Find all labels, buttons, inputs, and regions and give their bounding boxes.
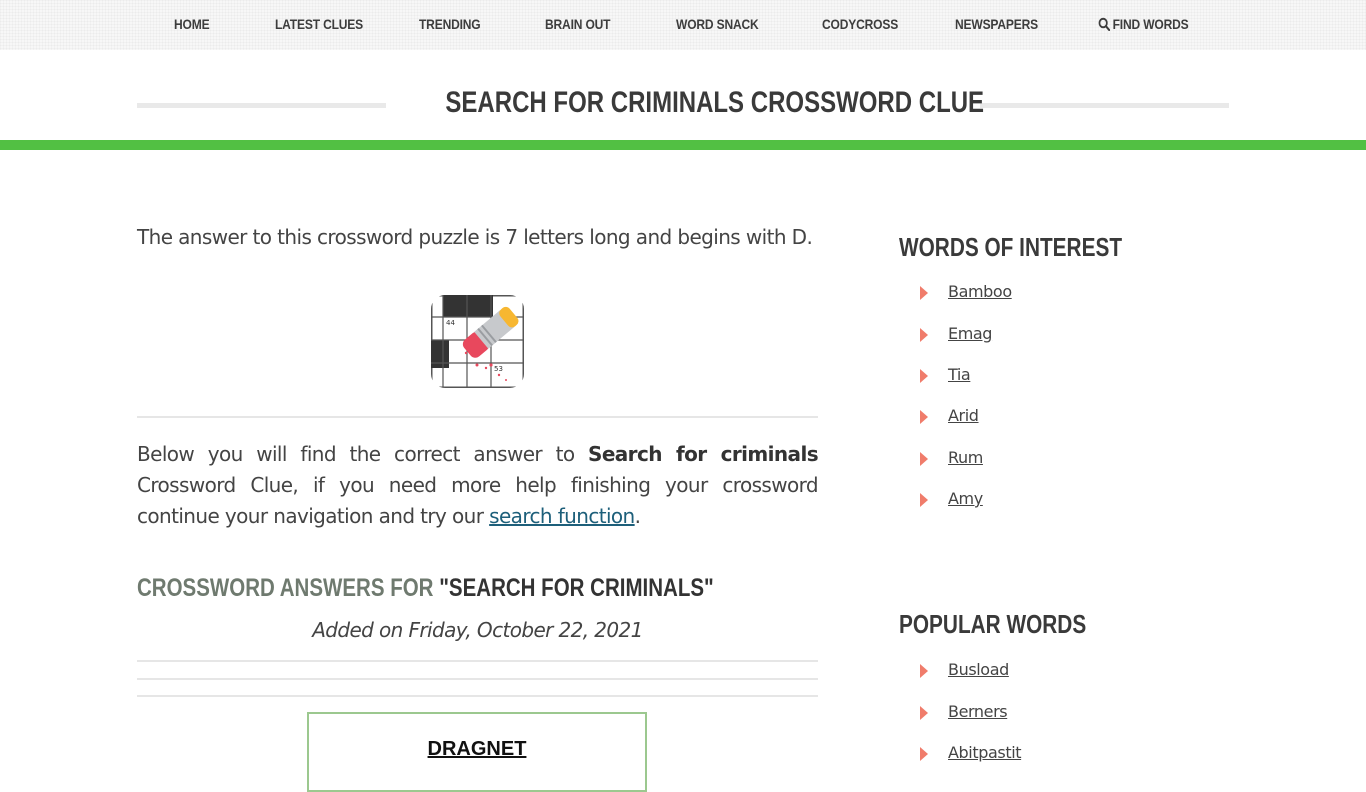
answers-heading-prefix: CROSSWORD ANSWERS FOR — [137, 574, 440, 602]
added-date: Added on Friday, October 22, 2021 — [312, 618, 643, 642]
answer-link[interactable]: DRAGNET — [309, 738, 645, 761]
top-navigation: HOME LATEST CLUES TRENDING BRAIN OUT WOR… — [0, 0, 1366, 50]
nav-find-words[interactable]: FIND WORDS — [1098, 16, 1189, 34]
title-rule-right — [980, 103, 1229, 108]
triangle-bullet-icon — [920, 452, 928, 466]
popular-words-heading: POPULAR WORDS — [899, 609, 1087, 639]
word-link[interactable]: Bamboo — [948, 282, 1012, 301]
word-link[interactable]: Emag — [948, 324, 992, 343]
divider — [137, 695, 818, 697]
word-link[interactable]: Busload — [948, 660, 1009, 679]
word-link[interactable]: Abitpastit — [948, 743, 1022, 762]
desc-text: . — [634, 504, 641, 528]
triangle-bullet-icon — [920, 706, 928, 720]
divider — [137, 416, 818, 418]
answer-length-intro: The answer to this crossword puzzle is 7… — [137, 225, 813, 249]
divider — [137, 678, 818, 680]
nav-home[interactable]: HOME — [174, 16, 210, 34]
word-link[interactable]: Rum — [948, 448, 983, 467]
word-link[interactable]: Amy — [948, 489, 983, 508]
title-rule-left — [137, 103, 386, 108]
word-link[interactable]: Berners — [948, 702, 1008, 721]
triangle-bullet-icon — [920, 410, 928, 424]
nav-newspapers[interactable]: NEWSPAPERS — [955, 16, 1038, 34]
accent-bar — [0, 140, 1366, 150]
svg-text:53: 53 — [494, 365, 503, 373]
word-link[interactable]: Arid — [948, 406, 979, 425]
svg-text:44: 44 — [446, 319, 455, 327]
search-icon — [1098, 17, 1111, 32]
nav-codycross[interactable]: CODYCROSS — [822, 16, 898, 34]
desc-text: Below you will find the correct answer t… — [137, 442, 589, 466]
answers-heading-query: "SEARCH FOR CRIMINALS" — [439, 574, 714, 602]
triangle-bullet-icon — [920, 286, 928, 300]
clue-text: Search for criminals — [588, 442, 819, 466]
nav-brain-out[interactable]: BRAIN OUT — [545, 16, 611, 34]
triangle-bullet-icon — [920, 493, 928, 507]
triangle-bullet-icon — [920, 328, 928, 342]
words-of-interest-heading: WORDS OF INTEREST — [899, 232, 1123, 262]
divider — [137, 660, 818, 662]
nav-trending[interactable]: TRENDING — [419, 16, 481, 34]
triangle-bullet-icon — [920, 369, 928, 383]
search-function-link[interactable]: search function — [489, 504, 635, 528]
nav-word-snack[interactable]: WORD SNACK — [676, 16, 759, 34]
desc-text: Crossword Clue, if you need more help fi… — [137, 473, 819, 528]
triangle-bullet-icon — [920, 747, 928, 761]
triangle-bullet-icon — [920, 664, 928, 678]
answers-heading: CROSSWORD ANSWERS FOR "SEARCH FOR CRIMIN… — [137, 574, 714, 603]
answer-description: Below you will find the correct answer t… — [137, 439, 819, 532]
word-link[interactable]: Tia — [948, 365, 971, 384]
crossword-eraser-icon: 44 53 — [431, 295, 524, 388]
page-title: SEARCH FOR CRIMINALS CROSSWORD CLUE — [445, 86, 985, 119]
nav-find-words-label: FIND WORDS — [1112, 16, 1189, 32]
answer-card: DRAGNET — [307, 712, 647, 792]
nav-latest-clues[interactable]: LATEST CLUES — [275, 16, 363, 34]
